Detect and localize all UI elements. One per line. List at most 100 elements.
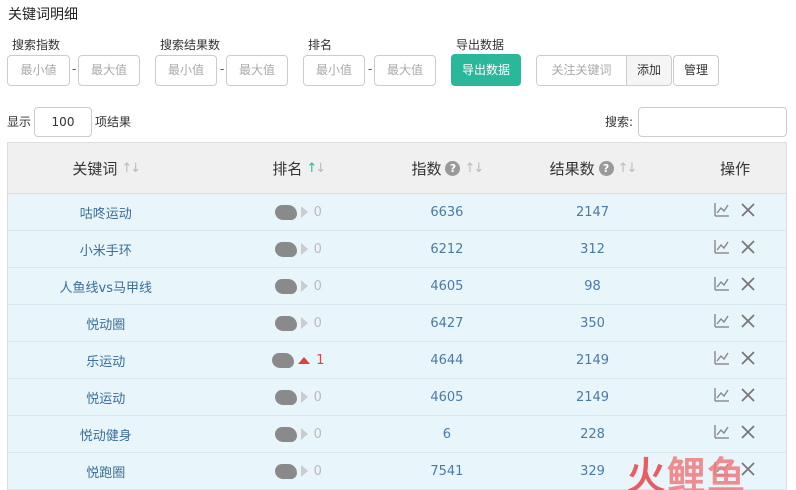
rank-flat-icon <box>300 465 308 477</box>
sort-icon[interactable]: ↑↓ <box>121 161 141 176</box>
trend-chart-icon[interactable] <box>714 276 730 296</box>
rank-cell: 0 <box>313 463 322 479</box>
page-size-select[interactable]: 100 <box>34 107 92 137</box>
results-cell: 2149 <box>575 352 610 368</box>
header-actions-label: 操作 <box>720 159 751 178</box>
sort-icon[interactable]: ↑↓ <box>618 161 638 176</box>
header-actions: 操作 <box>684 143 786 193</box>
header-results-label: 结果数 <box>549 159 595 178</box>
rank-max-input[interactable]: 最大值 <box>374 55 436 86</box>
rank-flat-icon <box>300 243 308 255</box>
results-cell: 98 <box>584 278 601 294</box>
index-cell: 6 <box>442 426 452 442</box>
help-icon[interactable]: ? <box>445 160 461 176</box>
keyword-cell[interactable]: 悦运动 <box>86 388 125 407</box>
index-cell: 6636 <box>430 204 464 220</box>
index-cell: 7541 <box>430 463 464 479</box>
table-row: 小米手环 0 6212 312 <box>8 231 786 268</box>
app-icon <box>274 315 297 331</box>
results-filter-label: 搜索结果数 <box>160 38 221 52</box>
keyword-cell[interactable]: 乐运动 <box>86 351 125 370</box>
app-icon <box>274 278 297 294</box>
index-filter-label: 搜索指数 <box>12 38 61 52</box>
keyword-cell[interactable]: 悦跑圈 <box>86 462 125 481</box>
trend-chart-icon[interactable] <box>714 239 730 259</box>
results-max-input[interactable]: 最大值 <box>226 55 288 86</box>
header-rank-label: 排名 <box>272 159 303 178</box>
table-row: 悦动圈 0 6427 350 <box>8 305 786 342</box>
range-dash: - <box>368 62 373 76</box>
trend-chart-icon[interactable] <box>714 202 730 222</box>
rank-up-icon <box>298 356 311 364</box>
index-cell: 4605 <box>430 389 464 405</box>
header-keyword[interactable]: 关键词 ↑↓ <box>8 143 204 193</box>
rank-flat-icon <box>300 317 308 329</box>
rank-filter-label: 排名 <box>308 38 333 52</box>
add-keyword-button[interactable]: 添加 <box>627 56 671 85</box>
page-title: 关键词明细 <box>8 7 78 23</box>
table-row: 悦运动 0 4605 2149 <box>8 379 786 416</box>
trend-chart-icon[interactable] <box>714 424 730 444</box>
export-label: 导出数据 <box>456 38 505 52</box>
range-dash: - <box>220 62 225 76</box>
rank-cell: 0 <box>313 241 322 257</box>
rank-flat-icon <box>300 206 308 218</box>
index-cell: 4605 <box>430 278 464 294</box>
trend-chart-icon[interactable] <box>714 313 730 333</box>
trend-chart-icon[interactable] <box>714 350 730 370</box>
rank-cell: 0 <box>313 278 322 294</box>
keyword-cell[interactable]: 咕咚运动 <box>80 203 132 222</box>
app-icon <box>274 463 297 479</box>
app-icon <box>272 352 295 368</box>
help-icon[interactable]: ? <box>598 160 614 176</box>
index-max-input[interactable]: 最大值 <box>78 55 140 86</box>
manage-button[interactable]: 管理 <box>673 55 719 86</box>
results-cell: 350 <box>580 315 605 331</box>
sort-icon[interactable]: ↑↓ <box>306 161 326 176</box>
rank-cell: 0 <box>313 426 322 442</box>
close-icon[interactable] <box>740 276 756 296</box>
watch-keyword-input[interactable]: 关注关键词 <box>537 56 627 85</box>
rank-cell: 0 <box>313 315 322 331</box>
close-icon[interactable] <box>740 387 756 407</box>
close-icon[interactable] <box>740 239 756 259</box>
rank-flat-icon <box>300 280 308 292</box>
close-icon[interactable] <box>740 313 756 333</box>
results-cell: 312 <box>580 241 605 257</box>
rank-flat-icon <box>300 428 308 440</box>
index-min-input[interactable]: 最小値 <box>7 55 70 86</box>
rank-min-input[interactable]: 最小值 <box>303 55 365 86</box>
keyword-cell[interactable]: 悦动圈 <box>86 314 125 333</box>
results-min-input[interactable]: 最小值 <box>155 55 217 86</box>
watch-keyword-group: 关注关键词 添加 <box>536 55 672 86</box>
search-label: 搜索: <box>605 115 634 129</box>
export-data-button[interactable]: 导出数据 <box>451 54 521 86</box>
app-icon <box>274 241 297 257</box>
rank-flat-icon <box>300 391 308 403</box>
keyword-cell[interactable]: 悦动健身 <box>80 425 132 444</box>
header-index[interactable]: 指数 ? ↑↓ <box>393 143 501 193</box>
sort-icon[interactable]: ↑↓ <box>464 161 484 176</box>
keyword-table: 关键词 ↑↓ 排名 ↑↓ 指数 ? ↑↓ 结果数 ? ↑↓ 操作 咕咚运动 0 66… <box>7 142 787 490</box>
trend-chart-icon[interactable] <box>714 387 730 407</box>
rank-cell: 1 <box>316 352 325 368</box>
watermark-logo: 火鲤鱼 <box>627 445 747 490</box>
search-input[interactable] <box>638 107 787 137</box>
watermark-text-1: 火 <box>627 454 668 490</box>
keyword-cell[interactable]: 人鱼线vs马甲线 <box>60 277 152 296</box>
results-cell: 228 <box>580 426 605 442</box>
header-results[interactable]: 结果数 ? ↑↓ <box>501 143 685 193</box>
show-label: 显示 <box>7 115 32 129</box>
keyword-cell[interactable]: 小米手环 <box>80 240 132 259</box>
close-icon[interactable] <box>740 202 756 222</box>
table-row: 乐运动 1 4644 2149 <box>8 342 786 379</box>
watermark-text-2: 鲤鱼 <box>667 454 748 490</box>
rank-cell: 0 <box>313 204 322 220</box>
results-cell: 329 <box>580 463 605 479</box>
close-icon[interactable] <box>740 350 756 370</box>
table-row: 咕咚运动 0 6636 2147 <box>8 194 786 231</box>
close-icon[interactable] <box>740 424 756 444</box>
header-rank[interactable]: 排名 ↑↓ <box>204 143 394 193</box>
app-icon <box>274 426 297 442</box>
header-keyword-label: 关键词 <box>72 159 118 178</box>
